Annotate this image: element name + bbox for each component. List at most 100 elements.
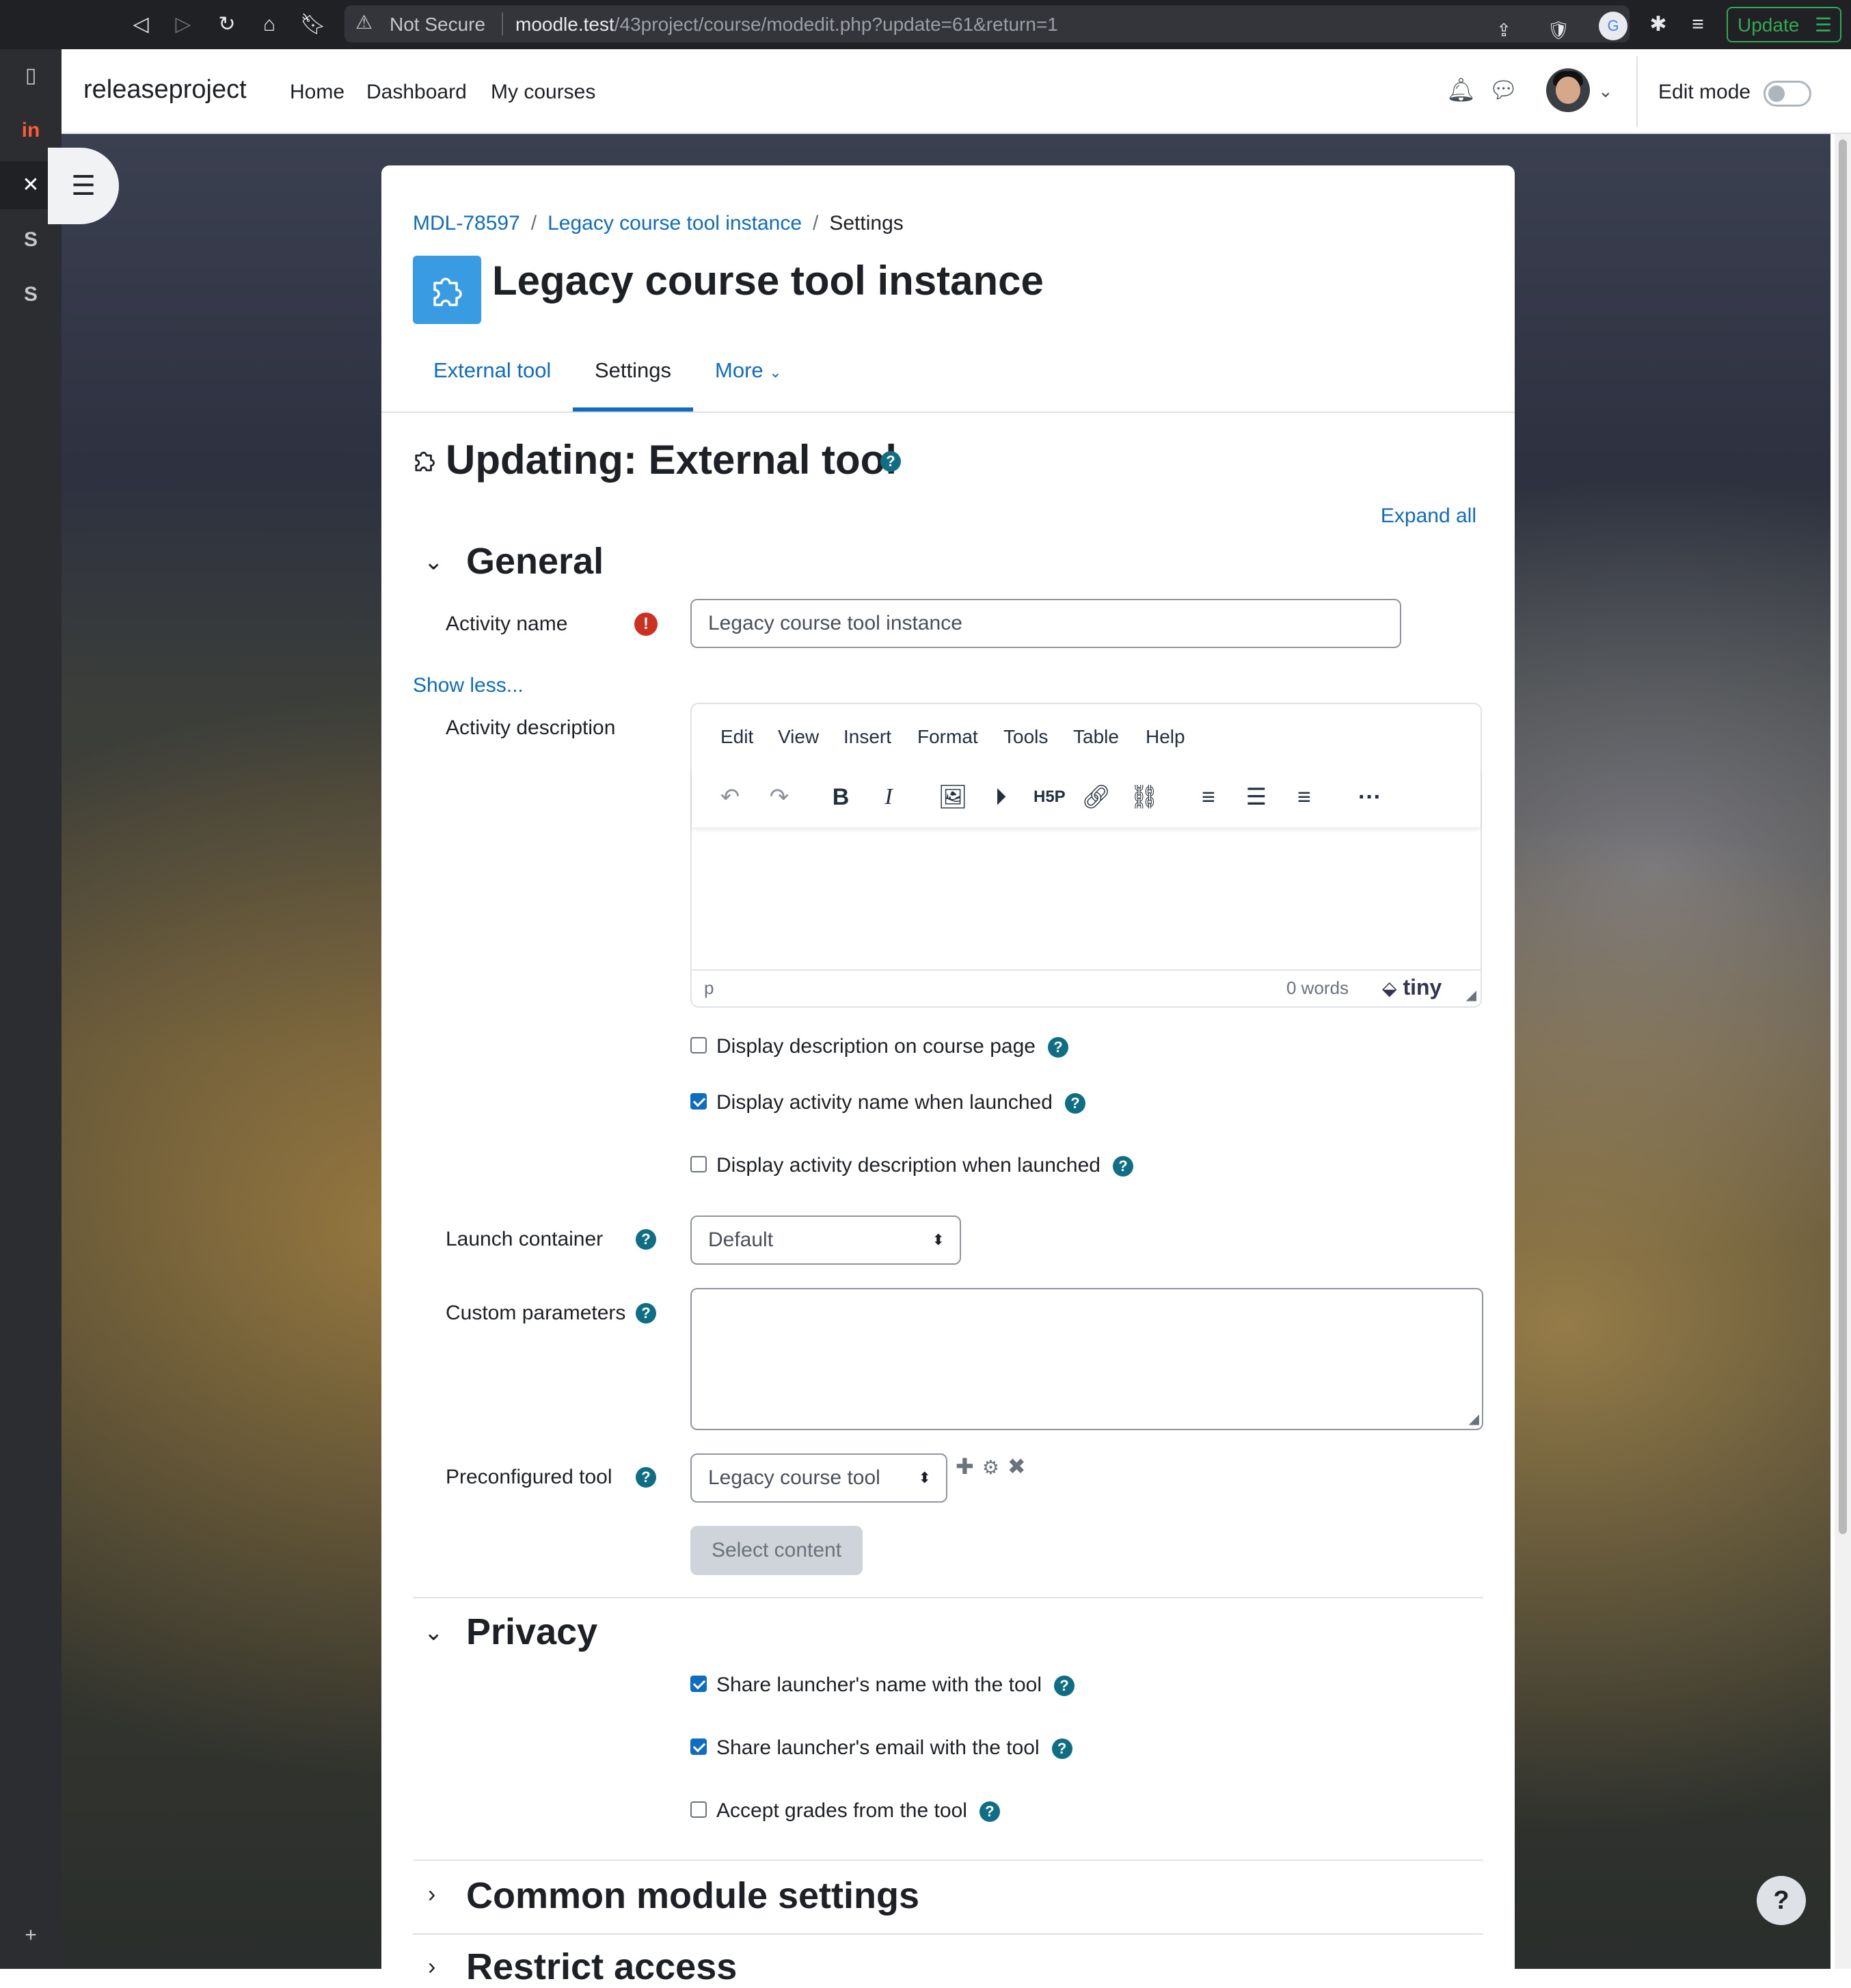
url-text[interactable]: moodle.test/43project/course/modedit.php…	[515, 14, 1058, 36]
notifications-bell-icon[interactable]: 🔔︎	[1446, 77, 1476, 104]
display-description-label[interactable]: Display description on course page	[716, 1035, 1036, 1058]
external-tool-puzzle-icon	[413, 256, 481, 324]
link-icon[interactable]: 🔗︎	[1081, 782, 1111, 812]
edit-mode-toggle[interactable]	[1764, 81, 1811, 107]
resize-handle-icon[interactable]: ◢	[1469, 1410, 1479, 1427]
media-icon[interactable]: ⏵	[986, 782, 1016, 812]
bookmark-icon[interactable]: 🔖︎	[298, 10, 328, 40]
chevron-down-icon[interactable]: ⌄	[424, 1619, 444, 1646]
forward-icon[interactable]: ▷	[168, 10, 198, 40]
unlink-icon[interactable]: ⛓︎	[1129, 782, 1159, 812]
share-name-checkbox[interactable]	[690, 1676, 707, 1693]
help-question-icon[interactable]: ?	[1047, 1037, 1068, 1058]
extensions-puzzle-icon[interactable]: ✱	[1642, 8, 1675, 41]
editor-menu-view[interactable]: View	[778, 726, 819, 748]
resize-handle-icon[interactable]: ◢	[1466, 986, 1476, 1004]
scrollbar-thumb[interactable]	[1839, 139, 1847, 1534]
bold-icon[interactable]: B	[826, 782, 856, 812]
redo-icon[interactable]: ↷	[764, 782, 794, 812]
brave-shield-icon[interactable]: 🛡︎	[1542, 14, 1575, 46]
image-icon[interactable]: 🖼︎	[938, 782, 968, 812]
breadcrumb-activity[interactable]: Legacy course tool instance	[548, 212, 802, 234]
display-name-launched-checkbox[interactable]	[690, 1093, 707, 1110]
accept-grades-label[interactable]: Accept grades from the tool	[716, 1799, 967, 1822]
h5p-icon[interactable]: H5P	[1033, 782, 1066, 812]
delete-tool-close-icon[interactable]: ✖	[1008, 1454, 1026, 1479]
editor-menu-insert[interactable]: Insert	[843, 726, 891, 748]
align-left-icon[interactable]: ≡	[1193, 782, 1224, 812]
page-scrollbar[interactable]	[1835, 134, 1851, 1969]
messages-chat-icon[interactable]: 💬︎	[1489, 77, 1518, 104]
help-question-icon[interactable]: ?	[1064, 1093, 1085, 1114]
help-question-icon[interactable]: ?	[1112, 1156, 1133, 1177]
back-icon[interactable]: ◁	[126, 10, 156, 40]
section-common-module-title[interactable]: Common module settings	[466, 1875, 919, 1917]
tab-settings[interactable]: Settings	[595, 358, 671, 383]
edit-tool-gear-icon[interactable]: ⚙	[982, 1457, 999, 1478]
app-s-icon[interactable]: S	[0, 271, 62, 319]
tab-external-tool[interactable]: External tool	[433, 358, 551, 383]
sidebar-toggle-icon[interactable]: ▯	[0, 52, 62, 100]
display-name-launched-label[interactable]: Display activity name when launched	[716, 1091, 1053, 1114]
not-secure-label: Not Secure	[390, 14, 486, 35]
expand-all-link[interactable]: Expand all	[1381, 505, 1476, 528]
help-question-icon[interactable]: ?	[636, 1229, 656, 1250]
nav-dashboard[interactable]: Dashboard	[366, 81, 467, 104]
undo-icon[interactable]: ↶	[715, 782, 745, 812]
section-privacy-title[interactable]: Privacy	[466, 1611, 597, 1653]
editor-element-path[interactable]: p	[704, 978, 714, 999]
help-question-icon[interactable]: ?	[1054, 1676, 1075, 1697]
help-question-icon[interactable]: ?	[979, 1801, 1000, 1823]
editor-menu-help[interactable]: Help	[1146, 726, 1185, 748]
breadcrumb-course[interactable]: MDL-78597	[413, 212, 520, 234]
address-bar[interactable]: ⚠ Not Secure moodle.test/43project/cours…	[344, 5, 1630, 42]
help-button[interactable]: ?	[1757, 1876, 1806, 1925]
site-brand[interactable]: releaseproject	[83, 75, 247, 105]
more-options-icon[interactable]: ···	[1355, 782, 1385, 812]
share-email-checkbox[interactable]	[690, 1738, 707, 1756]
media-queue-icon[interactable]: ≡	[1681, 8, 1714, 41]
chevron-right-icon[interactable]: ›	[428, 1954, 435, 1980]
launch-container-select[interactable]: Default ⬍	[690, 1215, 961, 1265]
home-icon[interactable]: ⌂	[254, 10, 284, 40]
display-desc-launched-checkbox[interactable]	[690, 1156, 707, 1173]
display-desc-launched-label[interactable]: Display activity description when launch…	[716, 1154, 1100, 1177]
browser-update-button[interactable]: Update ☰	[1727, 7, 1841, 42]
reload-icon[interactable]: ↻	[212, 10, 242, 40]
add-tool-plus-icon[interactable]: ✚	[956, 1454, 974, 1479]
accept-grades-checkbox[interactable]	[690, 1801, 707, 1818]
section-general-title[interactable]: General	[466, 540, 604, 582]
add-panel-icon[interactable]: +	[0, 1911, 62, 1959]
custom-parameters-textarea[interactable]: ◢	[690, 1288, 1483, 1430]
activity-name-input[interactable]: Legacy course tool instance	[690, 599, 1401, 648]
italic-icon[interactable]: I	[874, 782, 904, 812]
help-question-icon[interactable]: ?	[880, 451, 901, 472]
help-question-icon[interactable]: ?	[636, 1303, 656, 1324]
translate-extension-icon[interactable]: G	[1597, 8, 1630, 41]
section-restrict-access-title[interactable]: Restrict access	[466, 1946, 737, 1988]
editor-menu-edit[interactable]: Edit	[720, 726, 753, 748]
tab-more[interactable]: More ⌄	[715, 358, 782, 383]
user-avatar[interactable]	[1546, 68, 1590, 112]
chevron-down-icon[interactable]: ⌄	[424, 548, 444, 576]
user-menu-chevron-down-icon[interactable]: ⌄	[1598, 81, 1613, 102]
display-description-checkbox[interactable]	[690, 1037, 707, 1054]
align-center-icon[interactable]: ☰	[1241, 782, 1271, 812]
editor-content-area[interactable]	[692, 830, 1481, 967]
chevron-right-icon[interactable]: ›	[428, 1881, 435, 1908]
help-question-icon[interactable]: ?	[1051, 1738, 1072, 1760]
share-email-label[interactable]: Share launcher's email with the tool	[716, 1736, 1040, 1759]
editor-menu-format[interactable]: Format	[917, 726, 978, 748]
select-content-button[interactable]: Select content	[690, 1526, 863, 1575]
editor-menu-table[interactable]: Table	[1073, 726, 1119, 748]
nav-my-courses[interactable]: My courses	[491, 81, 595, 104]
share-icon[interactable]: ⇪	[1487, 14, 1520, 46]
show-less-link[interactable]: Show less...	[413, 674, 524, 697]
share-name-label[interactable]: Share launcher's name with the tool	[716, 1674, 1042, 1696]
help-question-icon[interactable]: ?	[636, 1467, 656, 1488]
editor-word-count[interactable]: 0 words	[1286, 978, 1349, 999]
preconfigured-tool-select[interactable]: Legacy course tool ⬍	[690, 1453, 947, 1503]
nav-home[interactable]: Home	[290, 81, 344, 104]
editor-menu-tools[interactable]: Tools	[1003, 726, 1048, 748]
align-right-icon[interactable]: ≡	[1289, 782, 1319, 812]
